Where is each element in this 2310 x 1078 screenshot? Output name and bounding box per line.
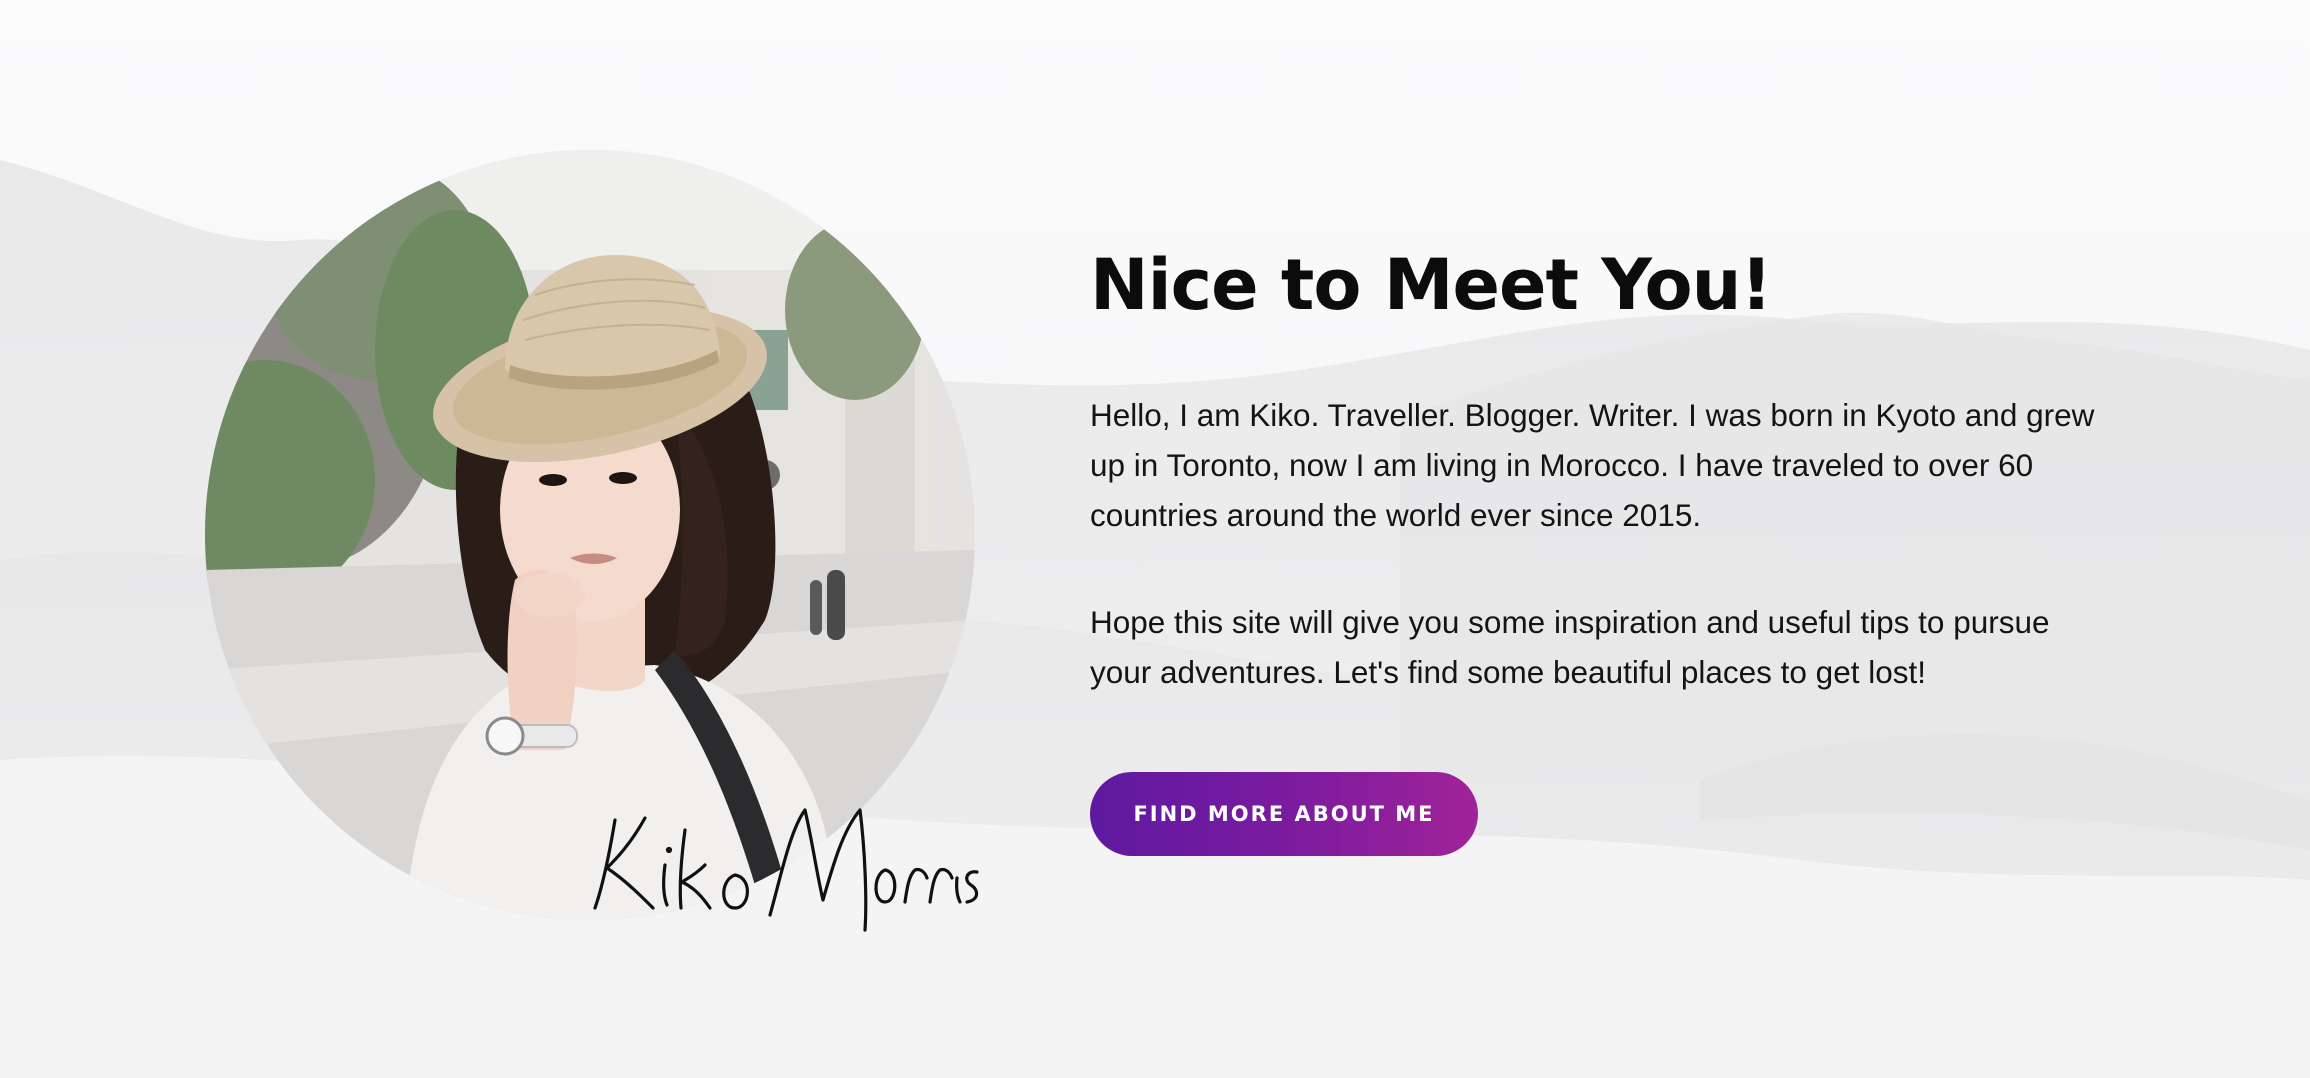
page-title: Nice to Meet You! <box>1090 244 1772 326</box>
inspiration-paragraph: Hope this site will give you some inspir… <box>1090 604 2050 690</box>
signature <box>585 790 985 940</box>
about-section: Nice to Meet You! Hello, I am Kiko. Trav… <box>1090 240 2130 697</box>
intro-paragraph: Hello, I am Kiko. Traveller. Blogger. Wr… <box>1090 397 2095 533</box>
find-more-button[interactable]: FIND MORE ABOUT ME <box>1090 772 1478 856</box>
